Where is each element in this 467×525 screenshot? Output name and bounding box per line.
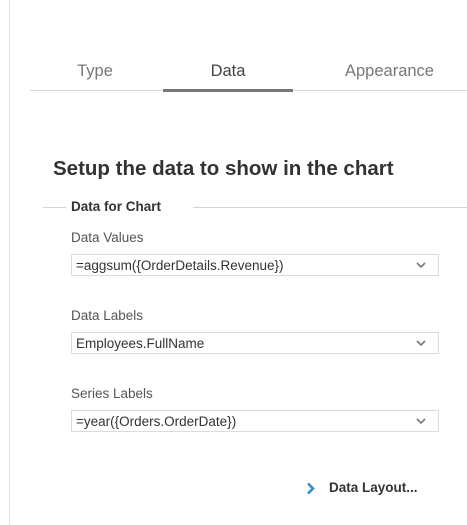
section-legend: Data for Chart xyxy=(71,199,162,214)
data-for-chart-section: Data for Chart Data Values =aggsum({Orde… xyxy=(43,197,467,452)
data-values-select[interactable]: =aggsum({OrderDetails.Revenue}) xyxy=(71,254,439,276)
legend-divider-left xyxy=(43,207,66,208)
data-labels-label: Data Labels xyxy=(71,308,144,323)
legend-divider-right xyxy=(193,207,467,208)
data-labels-select[interactable]: Employees.FullName xyxy=(71,332,439,354)
data-values-value: =aggsum({OrderDetails.Revenue}) xyxy=(76,258,284,273)
chart-editor-panel: Type Data Appearance Setup the data to s… xyxy=(9,0,467,525)
tab-data[interactable]: Data xyxy=(163,56,293,92)
editor-tabs: Type Data Appearance xyxy=(30,56,467,92)
series-labels-value: =year({Orders.OrderDate}) xyxy=(76,414,237,429)
data-values-label: Data Values xyxy=(71,230,144,245)
data-labels-value: Employees.FullName xyxy=(76,336,205,351)
chevron-down-icon[interactable] xyxy=(416,261,426,269)
chevron-right-icon xyxy=(307,482,315,495)
page-title: Setup the data to show in the chart xyxy=(53,157,394,180)
tab-type[interactable]: Type xyxy=(30,56,160,90)
series-labels-select[interactable]: =year({Orders.OrderDate}) xyxy=(71,410,439,432)
series-labels-label: Series Labels xyxy=(71,386,153,401)
chevron-down-icon[interactable] xyxy=(416,339,426,347)
chevron-down-icon[interactable] xyxy=(416,417,426,425)
tab-appearance[interactable]: Appearance xyxy=(296,56,467,90)
data-layout-label: Data Layout... xyxy=(329,480,418,495)
